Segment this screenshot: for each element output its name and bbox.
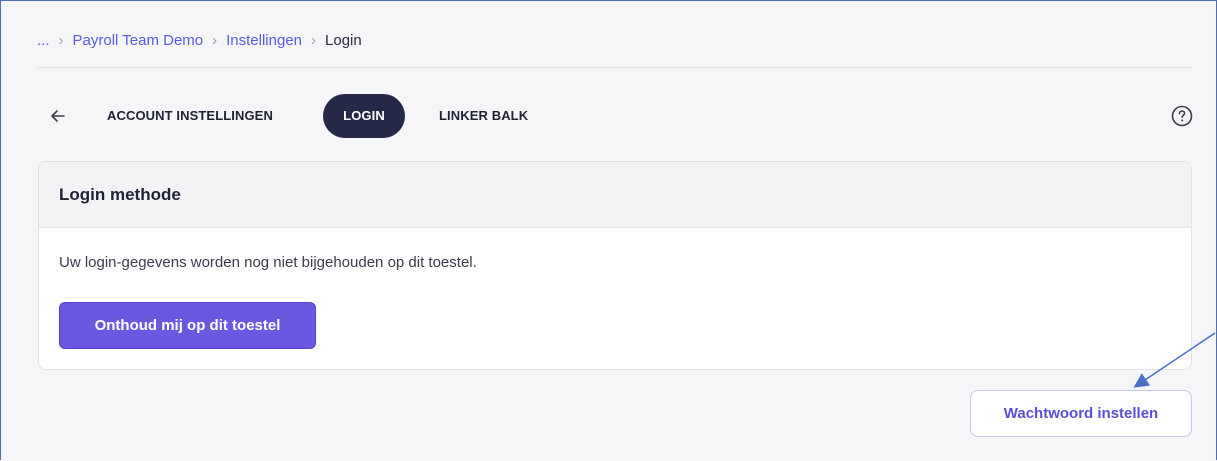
breadcrumb-item-login: Login <box>325 32 362 49</box>
chevron-right-icon: › <box>58 32 64 49</box>
arrow-left-icon[interactable] <box>47 105 69 127</box>
remember-me-button[interactable]: Onthoud mij op dit toestel <box>59 302 316 349</box>
card-title: Login methode <box>59 184 181 204</box>
breadcrumb-item-payroll-team-demo[interactable]: Payroll Team Demo <box>73 32 204 49</box>
breadcrumb-ellipsis[interactable]: ... <box>37 32 50 49</box>
settings-tabs: ACCOUNT INSTELLINGEN LOGIN LINKER BALK <box>37 94 1194 138</box>
tab-account-instellingen[interactable]: ACCOUNT INSTELLINGEN <box>107 94 273 138</box>
breadcrumb: ... › Payroll Team Demo › Instellingen ›… <box>37 32 362 49</box>
question-circle-icon[interactable] <box>1170 104 1194 128</box>
card-header: Login methode <box>39 162 1191 228</box>
header-divider <box>37 67 1192 68</box>
set-password-button[interactable]: Wachtwoord instellen <box>970 390 1192 437</box>
chevron-right-icon: › <box>311 32 317 49</box>
chevron-right-icon: › <box>212 32 218 49</box>
login-method-card: Login methode Uw login-gegevens worden n… <box>38 161 1192 370</box>
tab-linker-balk[interactable]: LINKER BALK <box>439 94 528 138</box>
tab-login[interactable]: LOGIN <box>323 94 405 138</box>
breadcrumb-item-instellingen[interactable]: Instellingen <box>226 32 302 49</box>
login-status-text: Uw login-gegevens worden nog niet bijgeh… <box>59 254 477 271</box>
